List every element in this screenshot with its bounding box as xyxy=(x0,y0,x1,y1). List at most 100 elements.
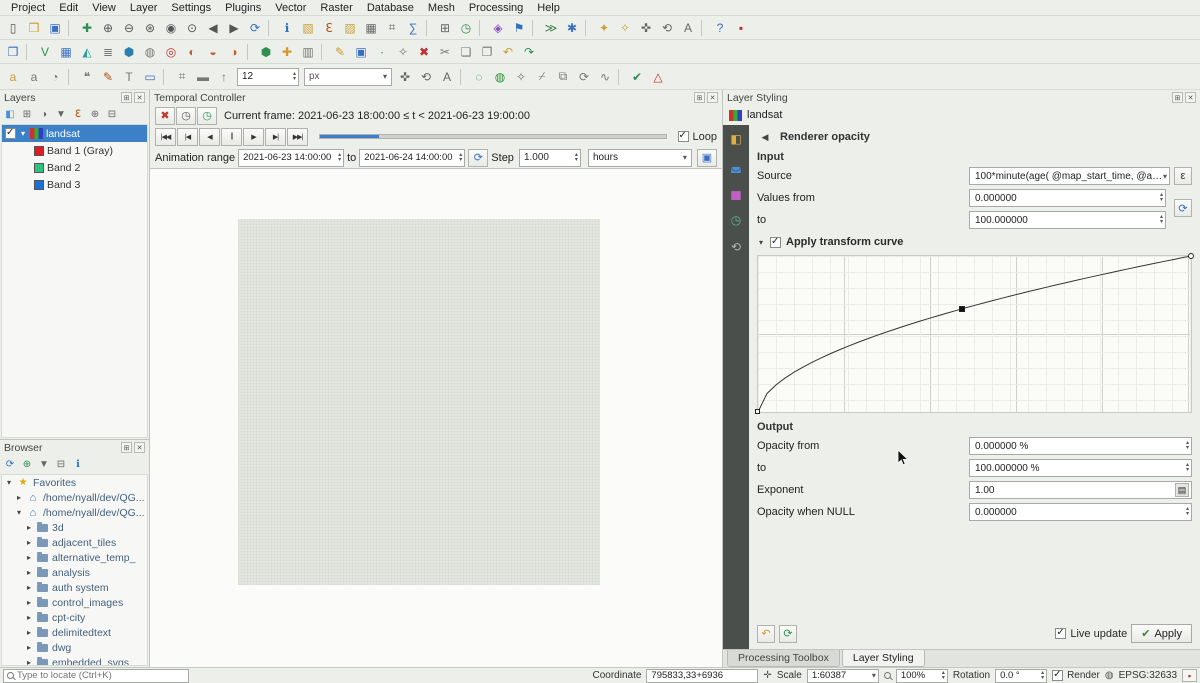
zoom-next-icon[interactable]: ▶ xyxy=(224,18,244,38)
pause-button[interactable]: || xyxy=(221,128,242,146)
temporal-controller-icon[interactable]: ◷ xyxy=(456,18,476,38)
spinner-arrows-icon[interactable] xyxy=(1038,671,1044,681)
toolbar-separator[interactable] xyxy=(426,20,432,36)
animated-range-mode-button[interactable]: ◷ xyxy=(197,107,217,125)
magnifier-input[interactable]: 100% xyxy=(896,669,948,683)
cut-features-icon[interactable]: ✂ xyxy=(435,42,455,62)
render-toggle[interactable]: Render xyxy=(1052,670,1100,681)
expand-arrow-icon[interactable]: ▸ xyxy=(25,598,33,607)
undo-icon[interactable]: ↶ xyxy=(498,42,518,62)
spinner-arrows-icon[interactable] xyxy=(1183,441,1189,451)
toolbar-separator[interactable] xyxy=(618,69,624,85)
source-expression-combo[interactable]: 100*minute(age( @map_start_time, @animat… xyxy=(969,167,1170,185)
close-panel-icon[interactable]: ✕ xyxy=(134,442,145,453)
live-update-toggle[interactable]: Live update xyxy=(1055,628,1127,640)
add-raster-layer-icon[interactable]: ▦ xyxy=(56,42,76,62)
spinner-arrows-icon[interactable] xyxy=(456,153,462,163)
pan-map-icon[interactable]: ✚ xyxy=(77,18,97,38)
transform-curve[interactable] xyxy=(757,255,1192,413)
north-arrow-icon[interactable]: ↑ xyxy=(214,67,234,87)
add-wfs-icon[interactable]: ◑ xyxy=(224,42,244,62)
rotate-feature-icon[interactable]: ⟳ xyxy=(574,67,594,87)
toggle-editing-icon[interactable]: ✎ xyxy=(330,42,350,62)
float-panel-icon[interactable]: ⊞ xyxy=(694,92,705,103)
add-mssql-icon[interactable]: ◎ xyxy=(161,42,181,62)
open-project-icon[interactable]: ❒ xyxy=(24,18,44,38)
expand-arrow-icon[interactable]: ▾ xyxy=(15,508,23,517)
manage-themes-icon[interactable]: ◑ xyxy=(36,106,52,122)
skip-to-start-button[interactable]: |◀◀ xyxy=(155,128,176,146)
browser-item[interactable]: ▸ cpt-city xyxy=(2,610,147,625)
measure-icon[interactable]: ⌗ xyxy=(382,18,402,38)
toolbar-separator[interactable] xyxy=(460,69,466,85)
apply-transform-curve-checkbox[interactable] xyxy=(770,237,781,248)
paste-features-icon[interactable]: ❐ xyxy=(477,42,497,62)
toolbar-separator[interactable] xyxy=(532,20,538,36)
expand-arrow-icon[interactable]: ▸ xyxy=(25,658,33,666)
menu-item[interactable]: Edit xyxy=(52,1,85,15)
toolbar-separator[interactable] xyxy=(585,20,591,36)
highlight-labels-icon[interactable]: ✧ xyxy=(615,18,635,38)
open-layer-styling-icon[interactable]: ◧ xyxy=(2,106,18,122)
filter-legend-icon[interactable]: ▼ xyxy=(53,106,69,122)
expand-arrow-icon[interactable]: ▾ xyxy=(19,129,27,138)
render-checkbox[interactable] xyxy=(1052,670,1063,681)
temporal-navigation-off-button[interactable]: ✖ xyxy=(155,107,175,125)
expand-arrow-icon[interactable]: ▸ xyxy=(25,613,33,622)
tab-processing-toolbox[interactable]: Processing Toolbox xyxy=(727,650,840,667)
deselect-all-icon[interactable]: ▨ xyxy=(340,18,360,38)
browser-item[interactable]: ▾ Favorites xyxy=(2,475,147,490)
expand-arrow-icon[interactable]: ▸ xyxy=(25,628,33,637)
curve-control-point[interactable] xyxy=(1188,253,1194,259)
zoom-out-icon[interactable]: ⊖ xyxy=(119,18,139,38)
data-defined-override-icon[interactable]: ▤ xyxy=(1175,483,1189,497)
identify-features-icon[interactable]: ℹ xyxy=(277,18,297,38)
pin-annotation-icon[interactable]: ✜ xyxy=(395,67,415,87)
add-delimited-text-icon[interactable]: ≣ xyxy=(98,42,118,62)
text-format-icon[interactable]: A xyxy=(437,67,457,87)
refresh-map-icon[interactable]: ⟳ xyxy=(245,18,265,38)
close-panel-icon[interactable]: ✕ xyxy=(1185,92,1196,103)
step-input[interactable]: 1.000 xyxy=(519,149,581,167)
values-to-input[interactable]: 100.000000 xyxy=(969,211,1166,229)
new-map-view-icon[interactable]: ⊞ xyxy=(435,18,455,38)
histogram-tab-icon[interactable]: ▅ xyxy=(726,183,746,203)
float-panel-icon[interactable]: ⊞ xyxy=(121,442,132,453)
symbology-tab-icon[interactable]: ◧ xyxy=(726,129,746,149)
range-end-input[interactable]: 2021-06-24 14:00:00 xyxy=(359,149,465,167)
menu-item[interactable]: Settings xyxy=(164,1,218,15)
topology-checker-icon[interactable]: △ xyxy=(648,67,668,87)
add-ring-icon[interactable]: ◌ xyxy=(469,67,489,87)
spinner-arrows-icon[interactable] xyxy=(1183,507,1189,517)
refresh-browser-icon[interactable]: ⟳ xyxy=(2,456,18,472)
add-vector-layer-icon[interactable]: V xyxy=(35,42,55,62)
expand-arrow-icon[interactable]: ▸ xyxy=(25,583,33,592)
browser-item[interactable]: ▸ auth system xyxy=(2,580,147,595)
fill-ring-icon[interactable]: ◍ xyxy=(490,67,510,87)
new-geopackage-icon[interactable]: ⬢ xyxy=(256,42,276,62)
apply-button[interactable]: ✔ Apply xyxy=(1131,624,1192,643)
add-mesh-layer-icon[interactable]: ◭ xyxy=(77,42,97,62)
simplify-feature-icon[interactable]: ∿ xyxy=(595,67,615,87)
spinner-arrows-icon[interactable] xyxy=(939,671,945,681)
history-tab-icon[interactable]: ⟲ xyxy=(726,237,746,257)
values-from-input[interactable]: 0.000000 xyxy=(969,189,1166,207)
play-backward-button[interactable]: ◀ xyxy=(199,128,220,146)
step-back-button[interactable]: |◀ xyxy=(177,128,198,146)
new-shapefile-icon[interactable]: ✚ xyxy=(277,42,297,62)
pin-labels-icon[interactable]: ✦ xyxy=(594,18,614,38)
layer-item-landsat[interactable]: ▾ landsat xyxy=(2,125,147,142)
loop-checkbox[interactable] xyxy=(678,131,689,142)
save-project-icon[interactable]: ▣ xyxy=(45,18,65,38)
opacity-to-input[interactable]: 100.000000 % xyxy=(969,459,1192,477)
merge-features-icon[interactable]: ⧉ xyxy=(553,67,573,87)
browser-item[interactable]: ▸ alternative_temp_ xyxy=(2,550,147,565)
collapse-all-icon[interactable]: ⊟ xyxy=(53,456,69,472)
reshape-icon[interactable]: ✧ xyxy=(511,67,531,87)
zoom-full-icon[interactable]: ⊛ xyxy=(140,18,160,38)
menu-item[interactable]: Project xyxy=(4,1,52,15)
select-by-expression-icon[interactable]: ℇ xyxy=(319,18,339,38)
spinner-arrows-icon[interactable] xyxy=(335,153,341,163)
browser-item[interactable]: ▾ /home/nyall/dev/QG... xyxy=(2,505,147,520)
zoom-to-selection-icon[interactable]: ◉ xyxy=(161,18,181,38)
